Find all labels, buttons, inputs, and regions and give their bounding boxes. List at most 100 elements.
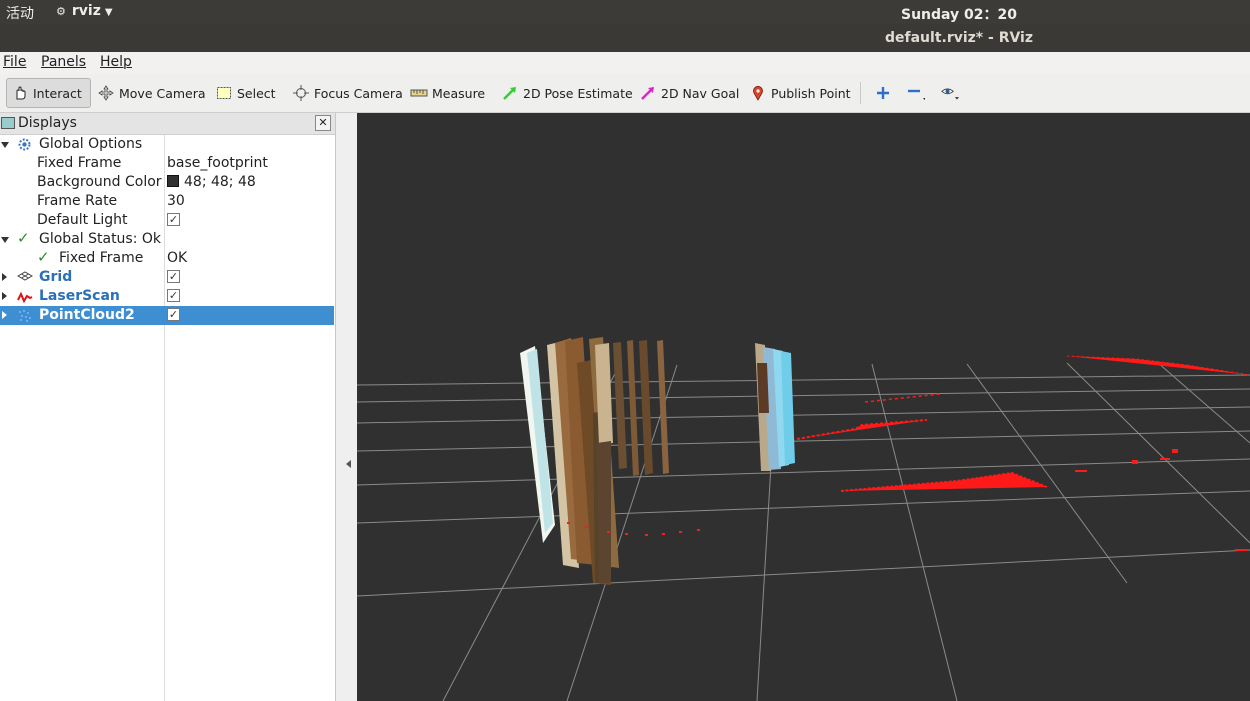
displays-tree[interactable]: Global Options Fixed Frame base_footprin… bbox=[0, 135, 335, 701]
status-fixed-frame-label: Fixed Frame bbox=[59, 250, 144, 266]
collapse-arrow-icon[interactable] bbox=[346, 460, 351, 468]
app-menu[interactable]: ⚙ rviz ▼ bbox=[56, 3, 113, 19]
remove-tool-button[interactable] bbox=[903, 78, 933, 108]
publish-point-tool-button[interactable]: Publish Point bbox=[745, 78, 855, 108]
grid-checkbox[interactable]: ✓ bbox=[167, 270, 180, 283]
tree-row-grid[interactable]: Grid ✓ bbox=[0, 268, 334, 287]
window-title: default.rviz* - RViz bbox=[885, 30, 1034, 46]
activities-button[interactable]: 活动 bbox=[6, 3, 34, 23]
laserscan-label: LaserScan bbox=[39, 288, 120, 304]
measure-tool-button[interactable]: Measure bbox=[406, 78, 489, 108]
grid-icon bbox=[16, 270, 34, 286]
nav-goal-label: 2D Nav Goal bbox=[661, 85, 740, 101]
default-light-label: Default Light bbox=[37, 212, 128, 228]
global-options-label: Global Options bbox=[39, 136, 143, 152]
add-tool-button[interactable] bbox=[870, 78, 900, 108]
pointcloud2-label: PointCloud2 bbox=[39, 307, 135, 323]
move-camera-tool-button[interactable]: Move Camera bbox=[93, 78, 210, 108]
expand-arrow-icon[interactable] bbox=[2, 311, 7, 319]
move-camera-label: Move Camera bbox=[119, 85, 206, 101]
menu-help[interactable]: Help bbox=[100, 54, 132, 70]
displays-panel-header: Displays ✕ bbox=[0, 113, 335, 135]
grid-label: Grid bbox=[39, 269, 73, 285]
expand-arrow-icon[interactable] bbox=[1, 142, 9, 148]
toolbar-separator bbox=[860, 82, 861, 104]
magenta-arrow-icon bbox=[639, 84, 657, 102]
interact-label: Interact bbox=[33, 85, 82, 101]
chevron-down-icon: ▼ bbox=[104, 7, 113, 18]
expand-arrow-icon[interactable] bbox=[2, 292, 7, 300]
clock[interactable]: Sunday 02：20 bbox=[901, 4, 1017, 24]
plus-icon bbox=[874, 84, 892, 102]
publish-point-label: Publish Point bbox=[771, 85, 851, 101]
tree-row-pointcloud2[interactable]: PointCloud2 ✓ bbox=[0, 306, 334, 325]
background-color-text: 48; 48; 48 bbox=[184, 174, 256, 190]
window-title-bar: default.rviz* - RViz bbox=[0, 24, 1250, 52]
gear-icon bbox=[17, 137, 33, 153]
select-label: Select bbox=[237, 85, 276, 101]
check-icon: ✓ bbox=[17, 229, 30, 247]
map-pin-icon bbox=[749, 84, 767, 102]
monitor-icon bbox=[1, 117, 15, 129]
menu-file[interactable]: File bbox=[3, 54, 26, 70]
tree-row-laserscan[interactable]: LaserScan ✓ bbox=[0, 287, 334, 306]
menu-bar: File Panels Help bbox=[0, 52, 1250, 74]
pose-estimate-tool-button[interactable]: 2D Pose Estimate bbox=[497, 78, 637, 108]
tree-row-global-options[interactable]: Global Options bbox=[0, 135, 334, 154]
measure-label: Measure bbox=[432, 85, 486, 101]
rviz-app-icon: ⚙ bbox=[56, 5, 66, 18]
select-box-icon bbox=[215, 84, 233, 102]
point-cloud-left-cluster bbox=[520, 337, 669, 585]
expand-arrow-icon[interactable] bbox=[1, 237, 9, 243]
eye-icon bbox=[941, 84, 959, 102]
focus-camera-label: Focus Camera bbox=[314, 85, 403, 101]
interact-tool-button[interactable]: Interact bbox=[6, 78, 91, 108]
displays-panel: Displays ✕ Global Options Fixed Frame ba… bbox=[0, 113, 336, 701]
pointcloud2-checkbox[interactable]: ✓ bbox=[167, 308, 180, 321]
select-tool-button[interactable]: Select bbox=[211, 78, 280, 108]
app-name: rviz bbox=[71, 3, 101, 19]
fixed-frame-value[interactable]: base_footprint bbox=[167, 155, 268, 171]
tree-row-default-light[interactable]: Default Light ✓ bbox=[0, 211, 334, 230]
minus-icon bbox=[907, 84, 925, 102]
check-icon: ✓ bbox=[37, 248, 50, 266]
frame-rate-label: Frame Rate bbox=[37, 193, 118, 209]
displays-title: Displays bbox=[18, 115, 77, 131]
frame-rate-value[interactable]: 30 bbox=[167, 193, 185, 209]
tool-visibility-button[interactable] bbox=[937, 78, 967, 108]
move-arrows-icon bbox=[97, 84, 115, 102]
status-fixed-frame-value: OK bbox=[167, 250, 188, 266]
scene-canvas[interactable] bbox=[357, 113, 1250, 701]
default-light-checkbox[interactable]: ✓ bbox=[167, 213, 180, 226]
background-color-value[interactable]: 48; 48; 48 bbox=[167, 174, 256, 190]
global-status-label: Global Status: Ok bbox=[39, 231, 162, 247]
point-cloud-icon bbox=[17, 308, 33, 324]
fixed-frame-label: Fixed Frame bbox=[37, 155, 122, 171]
crosshair-icon bbox=[292, 84, 310, 102]
render-viewport[interactable] bbox=[357, 113, 1250, 701]
focus-camera-tool-button[interactable]: Focus Camera bbox=[288, 78, 407, 108]
tree-row-fixed-frame[interactable]: Fixed Frame base_footprint bbox=[0, 154, 334, 173]
pose-estimate-label: 2D Pose Estimate bbox=[523, 85, 633, 101]
background-color-label: Background Color bbox=[37, 174, 162, 190]
laser-scan-icon bbox=[17, 289, 33, 305]
laserscan-checkbox[interactable]: ✓ bbox=[167, 289, 180, 302]
tool-bar: Interact Move Camera Select Focus Camera… bbox=[0, 74, 1250, 113]
grid-lines bbox=[357, 361, 1250, 701]
ruler-icon bbox=[410, 84, 428, 102]
hand-pointer-icon bbox=[11, 84, 29, 102]
green-arrow-icon bbox=[501, 84, 519, 102]
laser-scan-points bbox=[567, 355, 1250, 551]
nav-goal-tool-button[interactable]: 2D Nav Goal bbox=[635, 78, 743, 108]
panel-splitter[interactable] bbox=[336, 113, 356, 701]
point-cloud-right-cluster bbox=[755, 343, 795, 471]
system-top-bar: 活动 ⚙ rviz ▼ Sunday 02：20 bbox=[0, 0, 1250, 24]
tree-row-global-status[interactable]: ✓ Global Status: Ok bbox=[0, 229, 334, 249]
tree-row-status-fixed-frame[interactable]: ✓ Fixed Frame OK bbox=[0, 248, 334, 268]
expand-arrow-icon[interactable] bbox=[2, 273, 7, 281]
close-icon[interactable]: ✕ bbox=[315, 115, 331, 131]
menu-panels[interactable]: Panels bbox=[41, 54, 86, 70]
tree-row-frame-rate[interactable]: Frame Rate 30 bbox=[0, 192, 334, 211]
color-swatch[interactable] bbox=[167, 175, 179, 187]
tree-row-background-color[interactable]: Background Color 48; 48; 48 bbox=[0, 173, 334, 192]
